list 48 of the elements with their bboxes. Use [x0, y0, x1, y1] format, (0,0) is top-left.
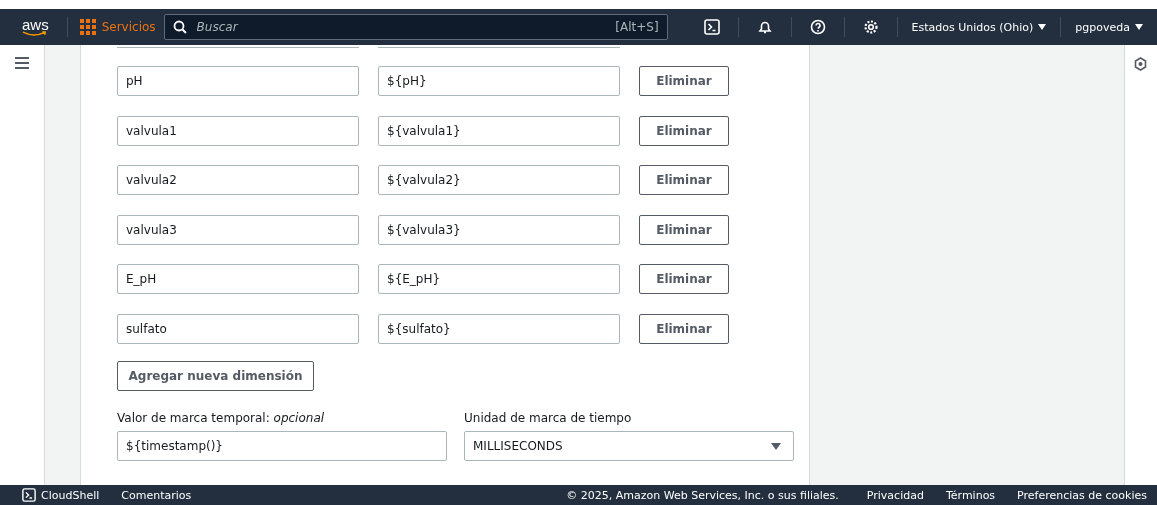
settings-icon[interactable]	[862, 19, 879, 35]
remove-button[interactable]: Eliminar	[639, 165, 729, 195]
feedback-link[interactable]: Comentarios	[121, 488, 192, 502]
dimension-name-field[interactable]: valvula3	[117, 214, 359, 245]
dimension-name-field[interactable]: pH	[117, 66, 359, 96]
caret-icon	[1038, 24, 1047, 30]
menu-icon[interactable]	[15, 57, 29, 69]
search-icon	[172, 20, 187, 34]
terminal-icon	[22, 488, 36, 502]
field-label: Unidad de marca de tiempo	[464, 411, 633, 425]
dimension-name-field[interactable]: sulfato	[117, 313, 359, 344]
footer-link[interactable]: Privacidad	[866, 488, 924, 502]
caret-icon	[771, 442, 781, 450]
add-dimension-button[interactable]: Agregar nueva dimensión	[117, 361, 314, 391]
dimension-value-field[interactable]: ${sulfato}	[378, 313, 620, 344]
timestamp-field[interactable]: ${timestamp()}	[117, 431, 447, 461]
dimension-name-field[interactable]: valvula1	[117, 115, 359, 146]
grid-icon	[79, 19, 96, 35]
account-menu[interactable]: pgpoveda	[1071, 20, 1147, 34]
dimension-name-field[interactable]: valvula2	[117, 165, 359, 195]
region-menu[interactable]: Estados Unidos (Ohio)	[907, 20, 1051, 34]
caret-icon	[1135, 24, 1143, 30]
services-menu[interactable]: Servicios	[75, 19, 164, 35]
unit-select[interactable]: MILLISECONDS	[464, 431, 794, 461]
remove-button[interactable]: Eliminar	[639, 115, 729, 146]
remove-button[interactable]: Eliminar	[639, 264, 729, 294]
dimension-value-field[interactable]: ${E_pH}	[378, 264, 620, 294]
bell-icon[interactable]	[756, 19, 773, 35]
copyright-text: © 2025, Amazon Web Services, Inc. o sus filiales.	[566, 488, 839, 502]
help-icon[interactable]	[809, 19, 826, 35]
remove-button[interactable]: Eliminar	[639, 66, 729, 96]
aws-logo[interactable]: aws	[22, 17, 49, 37]
dimension-name-field[interactable]: E_pH	[117, 264, 359, 294]
hexagon-icon[interactable]	[1134, 57, 1147, 71]
cloudshell-button[interactable]: CloudShell	[22, 488, 100, 502]
footer-link[interactable]: Preferencias de cookies	[1017, 488, 1147, 502]
remove-button[interactable]: Eliminar	[639, 313, 729, 344]
terminal-icon[interactable]	[703, 19, 720, 35]
search-field[interactable]: Buscar	[194, 19, 608, 35]
search-bar[interactable]: Buscar [Alt+S]	[163, 14, 668, 40]
field-label: Valor de marca temporal: opcional	[117, 411, 326, 425]
footer-link[interactable]: Términos	[945, 488, 996, 502]
shortcut-hint: [Alt+S]	[615, 20, 659, 34]
dimension-value-field[interactable]: ${valvula2}	[378, 165, 620, 195]
dimension-value-field[interactable]: ${valvula1}	[378, 115, 620, 146]
dimension-value-field[interactable]: ${pH}	[378, 66, 620, 96]
remove-button[interactable]: Eliminar	[639, 214, 729, 245]
dimension-value-field[interactable]: ${valvula3}	[378, 214, 620, 245]
